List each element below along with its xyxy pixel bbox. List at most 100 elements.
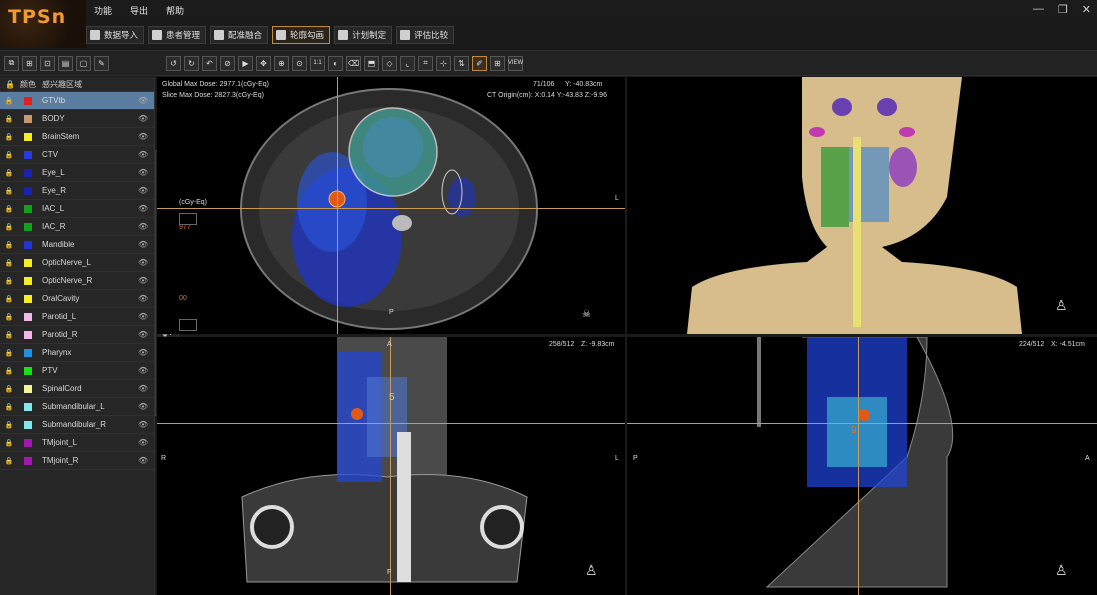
eye-icon[interactable]: 👁 — [138, 96, 154, 105]
structure-row[interactable]: 🔒 SpinalCord 👁 — [0, 380, 154, 398]
lock-icon[interactable]: 🔒 — [0, 367, 18, 375]
structure-row[interactable]: 🔒 Parotid_L 👁 — [0, 308, 154, 326]
lock-icon[interactable]: 🔒 — [0, 241, 18, 249]
structure-color-swatch[interactable] — [24, 294, 32, 303]
restore-button[interactable]: ❐ — [1058, 3, 1068, 16]
structure-color-swatch[interactable] — [24, 96, 32, 105]
eye-icon[interactable]: 👁 — [138, 438, 154, 447]
eye-icon[interactable]: 👁 — [138, 294, 154, 303]
structure-tool-4-icon[interactable]: ▢ — [76, 55, 91, 71]
lock-icon[interactable]: 🔒 — [0, 259, 18, 267]
menu-function[interactable]: 功能 — [94, 4, 112, 17]
lock-icon[interactable]: 🔒 — [0, 205, 18, 213]
structure-color-swatch[interactable] — [24, 150, 32, 159]
lock-icon[interactable]: 🔒 — [0, 439, 18, 447]
evaluate-button[interactable]: 评估比较 — [396, 26, 455, 44]
eye-icon[interactable]: 👁 — [138, 258, 154, 267]
structure-color-swatch[interactable] — [24, 114, 32, 123]
coronal-view[interactable]: 258/512 Z: -9.83cm R L A F 5 ♙ — [157, 337, 625, 595]
menu-export[interactable]: 导出 — [130, 4, 148, 17]
structure-row[interactable]: 🔒 PTV 👁 — [0, 362, 154, 380]
eye-icon[interactable]: 👁 — [138, 132, 154, 141]
structure-row[interactable]: 🔒 Parotid_R 👁 — [0, 326, 154, 344]
eye-icon[interactable]: 👁 — [138, 420, 154, 429]
structure-row[interactable]: 🔒 Eye_R 👁 — [0, 182, 154, 200]
data-import-button[interactable]: 数据导入 — [86, 26, 145, 44]
lock-icon[interactable]: 🔒 — [0, 403, 18, 411]
lock-icon[interactable]: 🔒 — [0, 133, 18, 141]
view-tool-3-icon[interactable]: ⊘ — [220, 55, 235, 71]
view-tool-15-icon[interactable]: ⊹ — [436, 55, 451, 71]
view-tool-13-icon[interactable]: ⌞ — [400, 55, 415, 71]
structure-tool-2-icon[interactable]: ⊡ — [40, 55, 55, 71]
structure-color-swatch[interactable] — [24, 132, 32, 141]
structure-color-swatch[interactable] — [24, 348, 32, 357]
lock-icon[interactable]: 🔒 — [0, 223, 18, 231]
eye-icon[interactable]: 👁 — [138, 330, 154, 339]
lock-icon[interactable]: 🔒 — [0, 349, 18, 357]
view-tool-18-icon[interactable]: ⊞ — [490, 55, 505, 71]
structure-row[interactable]: 🔒 OpticNerve_R 👁 — [0, 272, 154, 290]
structure-row[interactable]: 🔒 Submandibular_R 👁 — [0, 416, 154, 434]
view-tool-8-icon[interactable]: 1:1 — [310, 55, 325, 71]
structure-color-swatch[interactable] — [24, 384, 32, 393]
view-tool-6-icon[interactable]: ⊕ — [274, 55, 289, 71]
lock-icon[interactable]: 🔒 — [0, 457, 18, 465]
eye-icon[interactable]: 👁 — [138, 150, 154, 159]
view-tool-0-icon[interactable]: ↺ — [166, 55, 181, 71]
view-tool-11-icon[interactable]: ⬒ — [364, 55, 379, 71]
view-tool-16-icon[interactable]: ⇅ — [454, 55, 469, 71]
eye-icon[interactable]: 👁 — [138, 222, 154, 231]
eye-icon[interactable]: 👁 — [138, 114, 154, 123]
eye-icon[interactable]: 👁 — [138, 204, 154, 213]
structure-tool-0-icon[interactable]: ⧉ — [4, 55, 19, 71]
eye-icon[interactable]: 👁 — [138, 384, 154, 393]
structure-color-swatch[interactable] — [24, 438, 32, 447]
structure-row[interactable]: 🔒 CTV 👁 — [0, 146, 154, 164]
view-tool-1-icon[interactable]: ↻ — [184, 55, 199, 71]
lock-icon[interactable]: 🔒 — [0, 115, 18, 123]
3d-view[interactable]: ♙ — [627, 77, 1097, 334]
lock-icon[interactable]: 🔒 — [0, 277, 18, 285]
structure-color-swatch[interactable] — [24, 456, 32, 465]
close-button[interactable]: ✕ — [1082, 3, 1091, 16]
structure-tool-3-icon[interactable]: ▤ — [58, 55, 73, 71]
eye-icon[interactable]: 👁 — [138, 402, 154, 411]
view-tool-9-icon[interactable]: ◐ — [328, 55, 343, 71]
eye-icon[interactable]: 👁 — [138, 366, 154, 375]
eye-icon[interactable]: 👁 — [138, 348, 154, 357]
structure-row[interactable]: 🔒 TMjoint_L 👁 — [0, 434, 154, 452]
structure-row[interactable]: 🔒 Eye_L 👁 — [0, 164, 154, 182]
eye-icon[interactable]: 👁 — [138, 276, 154, 285]
lock-icon[interactable]: 🔒 — [0, 295, 18, 303]
minimize-button[interactable]: — — [1033, 3, 1044, 16]
registration-fusion-button[interactable]: 配准融合 — [210, 26, 269, 44]
eye-icon[interactable]: 👁 — [138, 240, 154, 249]
lock-icon[interactable]: 🔒 — [0, 151, 18, 159]
structure-row[interactable]: 🔒 IAC_L 👁 — [0, 200, 154, 218]
structure-color-swatch[interactable] — [24, 204, 32, 213]
structure-color-swatch[interactable] — [24, 222, 32, 231]
structure-tool-1-icon[interactable]: ⊞ — [22, 55, 37, 71]
eye-icon[interactable]: 👁 — [138, 312, 154, 321]
structure-color-swatch[interactable] — [24, 276, 32, 285]
view-tool-10-icon[interactable]: ⌫ — [346, 55, 361, 71]
structure-row[interactable]: 🔒 GTVtb 👁 — [0, 92, 154, 110]
view-tool-12-icon[interactable]: ◇ — [382, 55, 397, 71]
lock-icon[interactable]: 🔒 — [0, 331, 18, 339]
lock-icon[interactable]: 🔒 — [0, 421, 18, 429]
structure-row[interactable]: 🔒 Submandibular_L 👁 — [0, 398, 154, 416]
structure-color-swatch[interactable] — [24, 258, 32, 267]
structure-row[interactable]: 🔒 OralCavity 👁 — [0, 290, 154, 308]
structure-row[interactable]: 🔒 Mandible 👁 — [0, 236, 154, 254]
axial-view[interactable]: Global Max Dose: 2977.1(cGy-Eq) Slice Ma… — [157, 77, 625, 334]
eye-icon[interactable]: 👁 — [138, 456, 154, 465]
view-tool-2-icon[interactable]: ↶ — [202, 55, 217, 71]
structure-tool-5-icon[interactable]: ✎ — [94, 55, 109, 71]
view-tool-19-icon[interactable]: VIEW — [508, 55, 523, 71]
lock-icon[interactable]: 🔒 — [0, 313, 18, 321]
structure-color-swatch[interactable] — [24, 330, 32, 339]
eye-icon[interactable]: 👁 — [138, 168, 154, 177]
lock-icon[interactable]: 🔒 — [0, 169, 18, 177]
lock-icon[interactable]: 🔒 — [0, 97, 18, 105]
